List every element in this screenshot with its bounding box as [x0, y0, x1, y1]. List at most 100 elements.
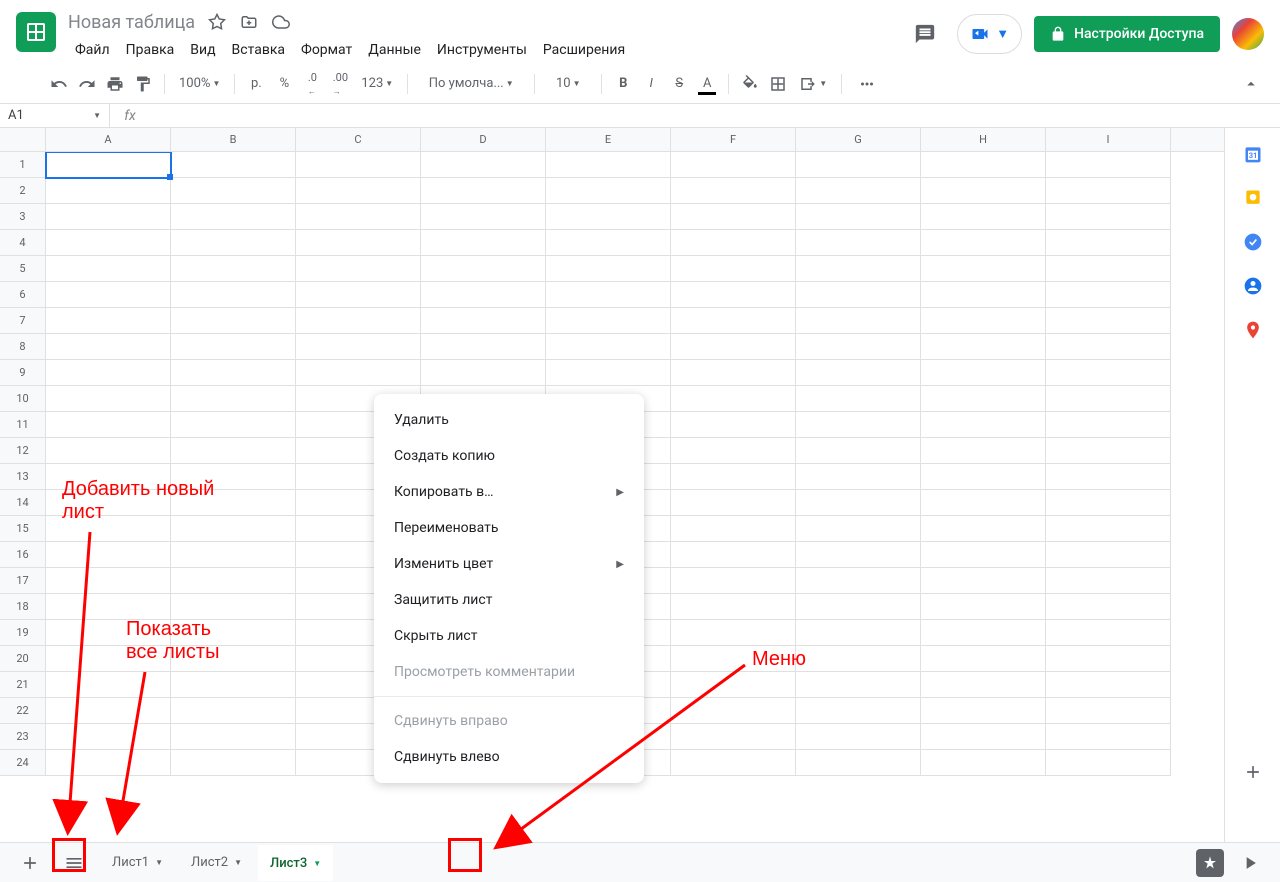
cell[interactable]: [796, 542, 921, 568]
cell[interactable]: [796, 438, 921, 464]
calendar-icon[interactable]: 31: [1243, 144, 1263, 164]
redo-button[interactable]: [74, 71, 100, 97]
cell[interactable]: [796, 750, 921, 776]
row-header[interactable]: 14: [0, 490, 46, 516]
currency-button[interactable]: р.: [243, 71, 269, 97]
cell[interactable]: [421, 308, 546, 334]
cell[interactable]: [796, 360, 921, 386]
context-menu-item[interactable]: Удалить: [374, 402, 644, 438]
cell[interactable]: [296, 256, 421, 282]
menu-data[interactable]: Данные: [361, 38, 428, 62]
tasks-icon[interactable]: [1243, 232, 1263, 252]
cell[interactable]: [921, 724, 1046, 750]
cell[interactable]: [796, 282, 921, 308]
document-title[interactable]: Новая таблица: [68, 12, 195, 33]
context-menu-item[interactable]: Сдвинуть влево: [374, 739, 644, 775]
column-header[interactable]: G: [796, 128, 921, 151]
cell[interactable]: [796, 178, 921, 204]
cell[interactable]: [796, 152, 921, 178]
cell[interactable]: [671, 724, 796, 750]
cell[interactable]: [46, 672, 171, 698]
cell[interactable]: [671, 516, 796, 542]
decrease-decimal-button[interactable]: .0←: [299, 71, 325, 97]
cell[interactable]: [46, 308, 171, 334]
cell[interactable]: [921, 464, 1046, 490]
cell[interactable]: [796, 204, 921, 230]
cell[interactable]: [671, 750, 796, 776]
cell[interactable]: [296, 178, 421, 204]
context-menu-item[interactable]: Переименовать: [374, 510, 644, 546]
cell[interactable]: [171, 490, 296, 516]
cell[interactable]: [671, 308, 796, 334]
cell[interactable]: [546, 152, 671, 178]
cell[interactable]: [796, 620, 921, 646]
cell[interactable]: [171, 646, 296, 672]
comments-button[interactable]: [905, 14, 945, 54]
cell[interactable]: [296, 152, 421, 178]
sheet-tab[interactable]: Лист1▼: [100, 845, 175, 881]
cell[interactable]: [171, 620, 296, 646]
add-panel-icon[interactable]: [1243, 762, 1263, 782]
sheets-logo[interactable]: [16, 12, 56, 52]
cell[interactable]: [671, 594, 796, 620]
share-button[interactable]: Настройки Доступа: [1034, 16, 1220, 52]
print-button[interactable]: [102, 71, 128, 97]
cell[interactable]: [671, 334, 796, 360]
menu-insert[interactable]: Вставка: [225, 38, 292, 62]
cell[interactable]: [671, 360, 796, 386]
cell[interactable]: [796, 412, 921, 438]
cell[interactable]: [921, 412, 1046, 438]
star-icon[interactable]: [207, 12, 227, 32]
cell[interactable]: [171, 360, 296, 386]
cell[interactable]: [546, 178, 671, 204]
cell[interactable]: [171, 204, 296, 230]
cell[interactable]: [171, 152, 296, 178]
cell[interactable]: [46, 412, 171, 438]
cell[interactable]: [671, 646, 796, 672]
cell[interactable]: [546, 256, 671, 282]
cell[interactable]: [46, 178, 171, 204]
percent-button[interactable]: %: [271, 71, 297, 97]
column-header[interactable]: B: [171, 128, 296, 151]
cell[interactable]: [796, 568, 921, 594]
column-header[interactable]: D: [421, 128, 546, 151]
cell[interactable]: [1046, 568, 1171, 594]
cell[interactable]: [171, 568, 296, 594]
number-format-select[interactable]: 123▼: [355, 71, 399, 97]
undo-button[interactable]: [46, 71, 72, 97]
cell[interactable]: [796, 386, 921, 412]
cell[interactable]: [46, 230, 171, 256]
cell[interactable]: [171, 256, 296, 282]
row-header[interactable]: 13: [0, 464, 46, 490]
cell[interactable]: [171, 386, 296, 412]
cell[interactable]: [671, 152, 796, 178]
cell[interactable]: [1046, 230, 1171, 256]
cell[interactable]: [921, 152, 1046, 178]
row-header[interactable]: 22: [0, 698, 46, 724]
cell[interactable]: [421, 178, 546, 204]
all-sheets-button[interactable]: [56, 848, 92, 878]
row-header[interactable]: 20: [0, 646, 46, 672]
cell[interactable]: [671, 256, 796, 282]
keep-icon[interactable]: [1243, 188, 1263, 208]
cell[interactable]: [1046, 282, 1171, 308]
column-header[interactable]: F: [671, 128, 796, 151]
cell[interactable]: [296, 282, 421, 308]
cell[interactable]: [1046, 178, 1171, 204]
row-header[interactable]: 17: [0, 568, 46, 594]
row-header[interactable]: 1: [0, 152, 46, 178]
cell[interactable]: [1046, 256, 1171, 282]
cell[interactable]: [921, 334, 1046, 360]
strikethrough-button[interactable]: S: [666, 71, 692, 97]
collapse-toolbar-button[interactable]: [1238, 71, 1264, 97]
user-avatar[interactable]: [1232, 18, 1264, 50]
cell[interactable]: [796, 646, 921, 672]
sheet-tab[interactable]: Лист3▼: [258, 845, 333, 881]
row-header[interactable]: 4: [0, 230, 46, 256]
row-header[interactable]: 21: [0, 672, 46, 698]
cell[interactable]: [46, 698, 171, 724]
cell[interactable]: [46, 256, 171, 282]
font-select[interactable]: По умолча...▼: [416, 71, 526, 97]
cell[interactable]: [421, 204, 546, 230]
cell[interactable]: [1046, 334, 1171, 360]
